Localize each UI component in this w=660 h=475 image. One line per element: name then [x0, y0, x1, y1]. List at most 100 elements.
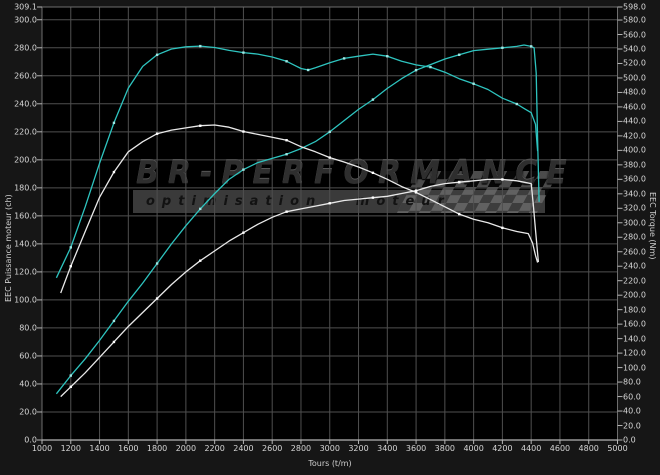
marker-torque_tuned_nm — [429, 66, 431, 68]
right-tick-label: 260.0 — [623, 247, 646, 256]
marker-power_stock_ch — [70, 386, 72, 388]
right-tick-label: 60.0 — [623, 392, 641, 401]
marker-power_stock_ch — [242, 231, 244, 233]
marker-power_stock_ch — [372, 196, 374, 198]
right-tick-label: 300.0 — [623, 218, 646, 227]
marker-torque_stock_nm — [372, 172, 374, 174]
marker-power_tuned_ch — [458, 54, 460, 56]
marker-power_tuned_ch — [113, 320, 115, 322]
left-tick-label: 20.0 — [3, 407, 37, 416]
right-axis-title: EEC Torque (Nm) — [648, 192, 657, 259]
marker-torque_tuned_nm — [113, 122, 115, 124]
right-tick-label: 540.0 — [623, 44, 646, 53]
left-tick-label: 280.0 — [3, 43, 37, 52]
marker-torque_tuned_nm — [343, 57, 345, 59]
right-tick-label: 160.0 — [623, 320, 646, 329]
left-tick-label: 40.0 — [3, 379, 37, 388]
x-tick-label: 2200 — [204, 444, 224, 453]
marker-torque_stock_nm — [458, 213, 460, 215]
x-tick-label: 3000 — [320, 444, 340, 453]
marker-power_tuned_ch — [415, 69, 417, 71]
marker-torque_tuned_nm — [199, 45, 201, 47]
marker-power_tuned_ch — [156, 262, 158, 264]
left-tick-label: 240.0 — [3, 99, 37, 108]
right-tick-label: 360.0 — [623, 175, 646, 184]
chart-canvas — [0, 0, 660, 475]
left-tick-label: 180.0 — [3, 183, 37, 192]
marker-torque_tuned_nm — [472, 83, 474, 85]
x-tick-label: 3800 — [435, 444, 455, 453]
marker-power_stock_ch — [458, 181, 460, 183]
x-tick-label: 1000 — [32, 444, 52, 453]
x-axis-title: Tours (t/m) — [308, 459, 351, 468]
x-tick-label: 3200 — [348, 444, 368, 453]
right-tick-label: 400.0 — [623, 146, 646, 155]
x-tick-label: 4200 — [492, 444, 512, 453]
marker-torque_tuned_nm — [307, 69, 309, 71]
right-tick-label: 480.0 — [623, 88, 646, 97]
right-tick-label: 180.0 — [623, 305, 646, 314]
marker-power_tuned_ch — [501, 47, 503, 49]
marker-power_tuned_ch — [530, 45, 532, 47]
marker-power_stock_ch — [501, 178, 503, 180]
x-tick-label: 1800 — [147, 444, 167, 453]
x-tick-label: 5000 — [607, 444, 627, 453]
x-tick-label: 4000 — [463, 444, 483, 453]
right-tick-label: 220.0 — [623, 276, 646, 285]
x-tick-label: 4800 — [579, 444, 599, 453]
x-tick-label: 2000 — [176, 444, 196, 453]
left-tick-label: 80.0 — [3, 323, 37, 332]
right-tick-label: 80.0 — [623, 378, 641, 387]
marker-torque_stock_nm — [415, 191, 417, 193]
marker-power_tuned_ch — [285, 153, 287, 155]
right-tick-label: 440.0 — [623, 117, 646, 126]
marker-torque_tuned_nm — [516, 103, 518, 105]
marker-torque_stock_nm — [70, 265, 72, 267]
x-tick-label: 2400 — [233, 444, 253, 453]
marker-torque_tuned_nm — [386, 55, 388, 57]
marker-torque_tuned_nm — [156, 54, 158, 56]
left-tick-label: 300.0 — [3, 15, 37, 24]
right-tick-label: 40.0 — [623, 407, 641, 416]
x-tick-label: 2800 — [291, 444, 311, 453]
right-tick-label: 560.0 — [623, 30, 646, 39]
right-tick-label: 100.0 — [623, 363, 646, 372]
marker-torque_tuned_nm — [242, 51, 244, 53]
right-tick-label: 380.0 — [623, 160, 646, 169]
left-tick-label: 60.0 — [3, 351, 37, 360]
marker-power_tuned_ch — [372, 98, 374, 100]
right-tick-label: 460.0 — [623, 102, 646, 111]
marker-power_tuned_ch — [329, 131, 331, 133]
left-tick-label: 260.0 — [3, 71, 37, 80]
marker-power_stock_ch — [113, 341, 115, 343]
right-tick-label: 580.0 — [623, 16, 646, 25]
x-tick-label: 1400 — [89, 444, 109, 453]
left-tick-label: 220.0 — [3, 127, 37, 136]
marker-torque_tuned_nm — [70, 246, 72, 248]
left-tick-label: 309.1 — [3, 3, 37, 12]
marker-power_stock_ch — [199, 259, 201, 261]
marker-torque_stock_nm — [113, 171, 115, 173]
curve-power_stock_ch — [61, 179, 539, 396]
right-tick-label: 340.0 — [623, 189, 646, 198]
marker-power_stock_ch — [156, 297, 158, 299]
left-tick-label: 200.0 — [3, 155, 37, 164]
marker-torque_stock_nm — [501, 227, 503, 229]
x-tick-label: 1600 — [118, 444, 138, 453]
marker-torque_stock_nm — [285, 139, 287, 141]
x-tick-label: 4400 — [521, 444, 541, 453]
right-tick-label: 200.0 — [623, 291, 646, 300]
marker-torque_stock_nm — [199, 125, 201, 127]
right-tick-label: 598.0 — [623, 3, 646, 12]
x-tick-label: 4600 — [550, 444, 570, 453]
marker-torque_stock_nm — [329, 156, 331, 158]
right-tick-label: 320.0 — [623, 204, 646, 213]
x-tick-label: 1200 — [61, 444, 81, 453]
right-tick-label: 420.0 — [623, 131, 646, 140]
right-tick-label: 240.0 — [623, 262, 646, 271]
right-tick-label: 20.0 — [623, 421, 641, 430]
right-tick-label: 500.0 — [623, 73, 646, 82]
marker-power_tuned_ch — [242, 168, 244, 170]
left-axis-title: EEC Puissance moteur (ch) — [4, 194, 13, 302]
marker-power_stock_ch — [285, 210, 287, 212]
